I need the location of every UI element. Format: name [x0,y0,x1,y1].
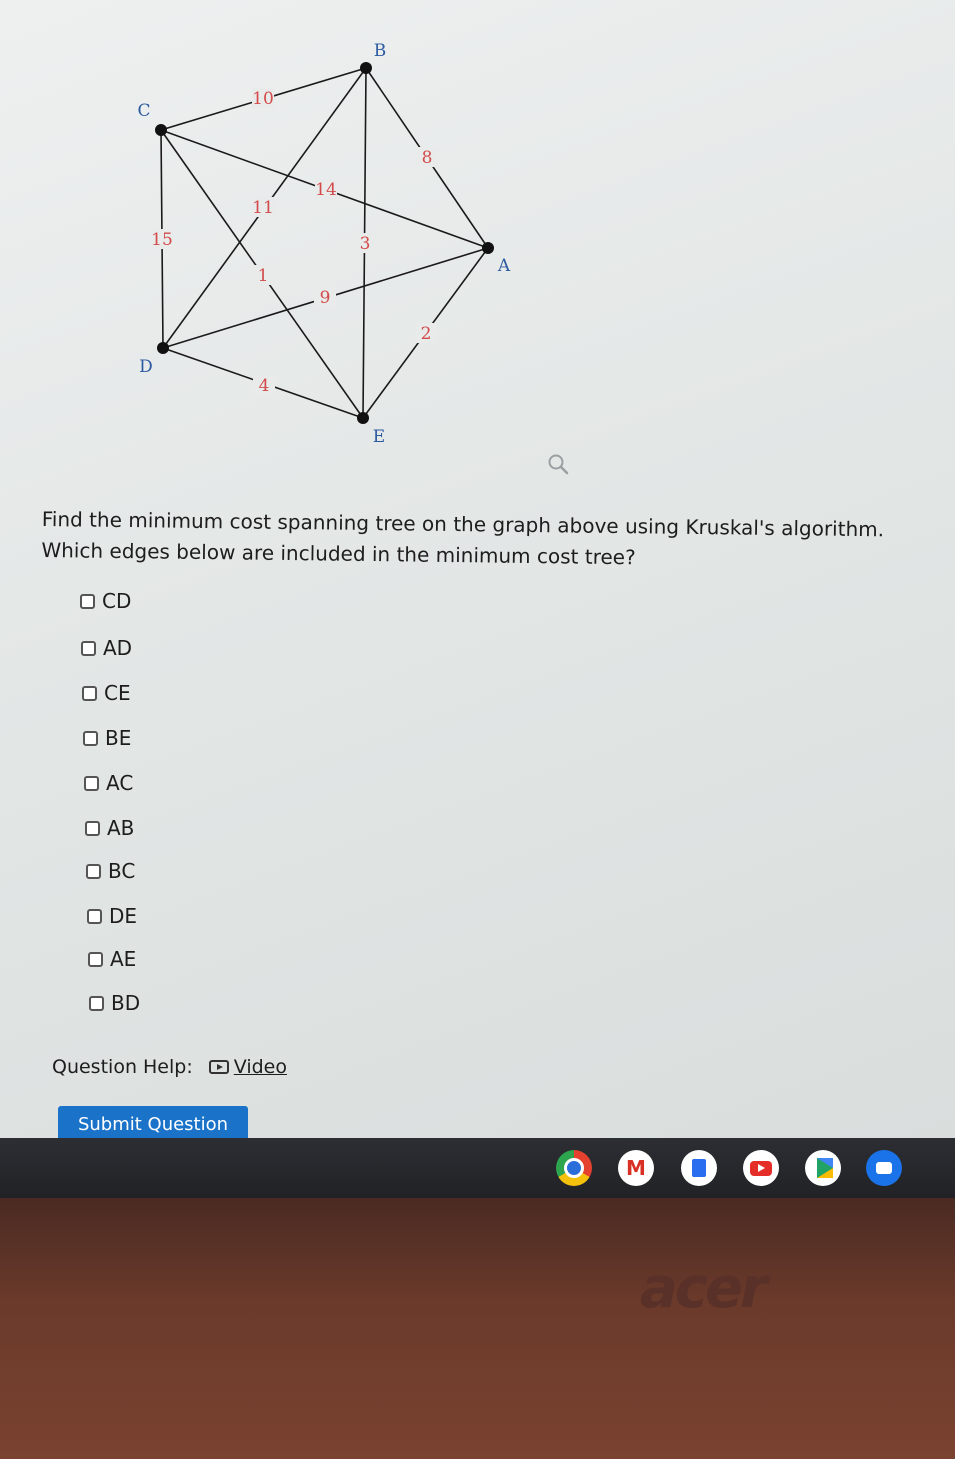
vertex-label-C: C [137,101,150,121]
docs-icon[interactable] [681,1150,717,1186]
edge-weight-CB: 10 [252,89,274,109]
browser-screen: 10 8 14 11 15 3 1 9 2 4 BCADE Find the minimum co… [0,0,955,1150]
checkbox[interactable] [87,908,102,924]
chrome-icon[interactable] [556,1150,592,1186]
vertex-label-B: B [374,41,387,61]
vertex-label-D: D [139,357,153,377]
vertex-A [482,242,494,254]
edge-weight-AE: 2 [421,324,432,344]
edge-weight-BA: 8 [422,148,433,168]
checkbox[interactable] [84,775,99,791]
checkbox[interactable] [85,820,100,836]
option-de[interactable]: DE [87,901,137,931]
option-ac[interactable]: AC [84,768,133,798]
video-link-label[interactable]: Video [234,1056,287,1078]
vertex-D [157,342,169,354]
question-help-label: Question Help: [52,1056,193,1078]
checkbox[interactable] [88,951,103,967]
option-label: AB [107,816,135,840]
option-label: AD [103,636,133,660]
edge-weight-DA: 9 [320,288,331,308]
option-label: DE [109,904,138,928]
option-ce[interactable]: CE [82,678,131,708]
checkbox[interactable] [82,685,97,701]
option-ae[interactable]: AE [88,944,136,974]
graph-figure: 10 8 14 11 15 3 1 9 2 4 B C A D E [137,41,511,447]
option-ab[interactable]: AB [85,813,134,843]
option-label: CE [104,681,131,705]
vertex-C [155,124,167,136]
vertex-E [357,412,369,424]
vertex-label-E: E [373,427,385,447]
video-icon [208,1060,229,1074]
video-link[interactable]: Video [208,1056,287,1078]
vertex-B [360,62,372,74]
checkbox[interactable] [83,730,98,746]
edge-weight-BE: 3 [360,234,371,254]
option-label: AC [106,771,134,795]
option-be[interactable]: BE [83,723,131,753]
edge-weight-CA: 14 [315,180,337,200]
vertex-label-A: A [497,256,511,276]
question-text: Find the minimum cost spanning tree on t… [41,506,885,570]
option-cd[interactable]: CD [80,586,131,616]
option-label: BE [105,726,132,750]
option-bd[interactable]: BD [89,988,140,1018]
option-bc[interactable]: BC [86,856,135,886]
option-label: AE [110,947,137,971]
checkbox[interactable] [81,640,96,656]
messages-icon[interactable] [866,1150,902,1186]
option-label: BD [111,991,141,1015]
question-help: Question Help: Video [52,1056,287,1078]
option-label: CD [102,589,132,613]
edge-weight-BD: 11 [252,198,274,218]
option-label: BC [108,859,136,883]
edge-weight-CE: 1 [258,266,269,286]
checkbox[interactable] [80,593,95,609]
zoom-icon[interactable] [546,452,570,476]
edge-weight-CD: 15 [151,230,173,250]
submit-question-button[interactable]: Submit Question [58,1106,248,1142]
youtube-icon[interactable] [743,1150,779,1186]
brand-logo: acer [640,1256,768,1321]
gmail-icon[interactable]: M [618,1150,654,1186]
play-store-icon[interactable] [805,1150,841,1186]
option-ad[interactable]: AD [81,633,132,663]
checkbox[interactable] [86,863,101,879]
edge-weight-DE: 4 [259,376,270,396]
laptop-bezel: acer [0,1198,955,1459]
checkbox[interactable] [89,995,104,1011]
chromeos-shelf: M [0,1138,955,1198]
